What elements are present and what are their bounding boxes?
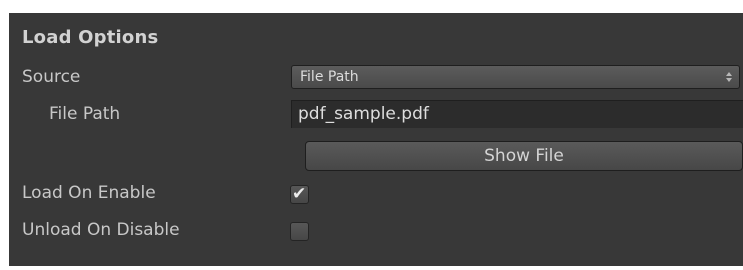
source-dropdown[interactable]: File Path <box>291 65 740 89</box>
load-on-enable-label: Load On Enable <box>22 183 156 203</box>
source-label: Source <box>22 67 81 87</box>
unload-on-disable-label: Unload On Disable <box>22 220 180 240</box>
section-title: Load Options <box>22 27 159 48</box>
file-path-field[interactable]: pdf_sample.pdf <box>291 100 743 128</box>
unload-on-disable-checkbox[interactable] <box>290 222 309 241</box>
file-path-label: File Path <box>49 104 121 124</box>
checkmark-icon: ✔ <box>292 184 307 204</box>
updown-arrow-icon <box>725 66 733 88</box>
load-on-enable-checkbox[interactable]: ✔ <box>290 184 309 204</box>
inspector-panel: Load Options Source File Path File Path … <box>9 13 743 266</box>
source-dropdown-value: File Path <box>300 69 359 85</box>
show-file-button[interactable]: Show File <box>305 141 743 171</box>
